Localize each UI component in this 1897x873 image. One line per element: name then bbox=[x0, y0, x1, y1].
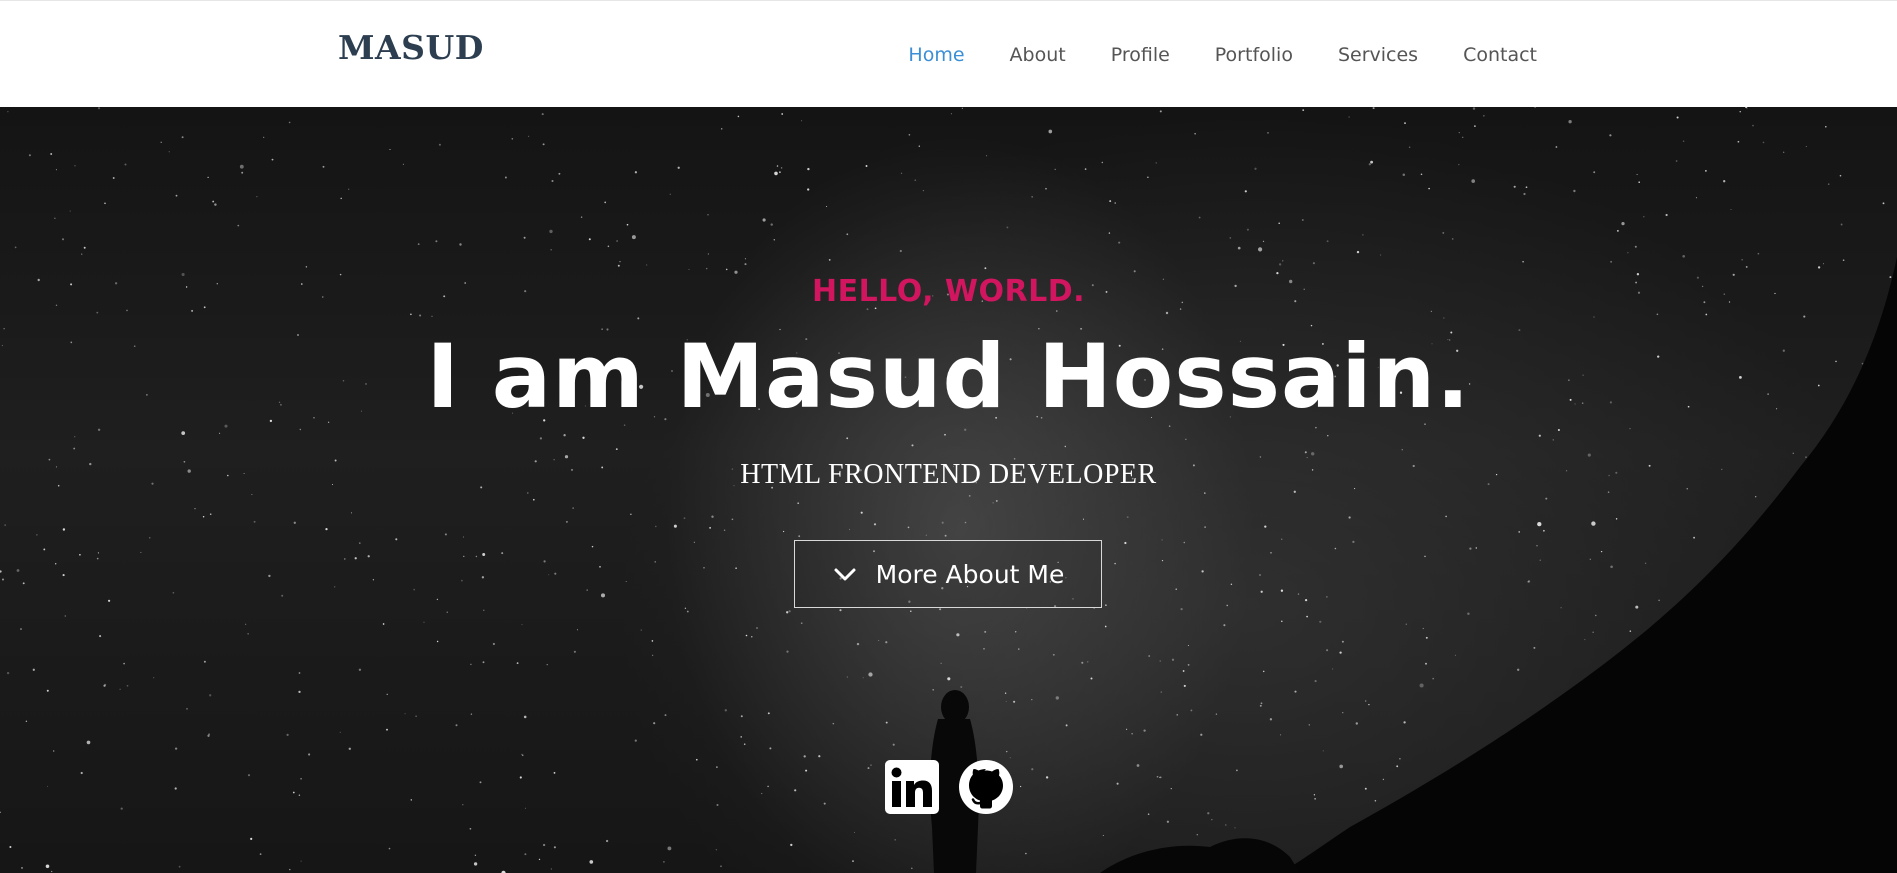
hero-section: HELLO, WORLD. I am Masud Hossain. HTML F… bbox=[0, 107, 1897, 873]
nav-item-contact[interactable]: Contact bbox=[1463, 44, 1537, 66]
chevron-down-icon bbox=[834, 568, 856, 581]
nav-menu: Home About Profile Portfolio Services Co… bbox=[863, 1, 1537, 108]
more-about-me-button[interactable]: More About Me bbox=[794, 540, 1102, 608]
nav-item-home[interactable]: Home bbox=[908, 44, 964, 66]
hero-headline: I am Masud Hossain. bbox=[426, 325, 1471, 428]
nav-item-services[interactable]: Services bbox=[1338, 44, 1418, 66]
nav-item-about[interactable]: About bbox=[1010, 44, 1066, 66]
navbar: MASUD Home About Profile Portfolio Servi… bbox=[0, 0, 1897, 107]
hero-greeting: HELLO, WORLD. bbox=[811, 274, 1086, 309]
site-logo[interactable]: MASUD bbox=[338, 31, 484, 64]
more-about-me-label: More About Me bbox=[875, 559, 1065, 589]
hero-subtitle: HTML FRONTEND DEVELOPER bbox=[740, 459, 1157, 490]
github-icon[interactable] bbox=[958, 759, 1014, 815]
social-links bbox=[0, 759, 1897, 815]
nav-item-profile[interactable]: Profile bbox=[1111, 44, 1170, 66]
nav-item-portfolio[interactable]: Portfolio bbox=[1215, 44, 1293, 66]
linkedin-icon[interactable] bbox=[884, 759, 940, 815]
